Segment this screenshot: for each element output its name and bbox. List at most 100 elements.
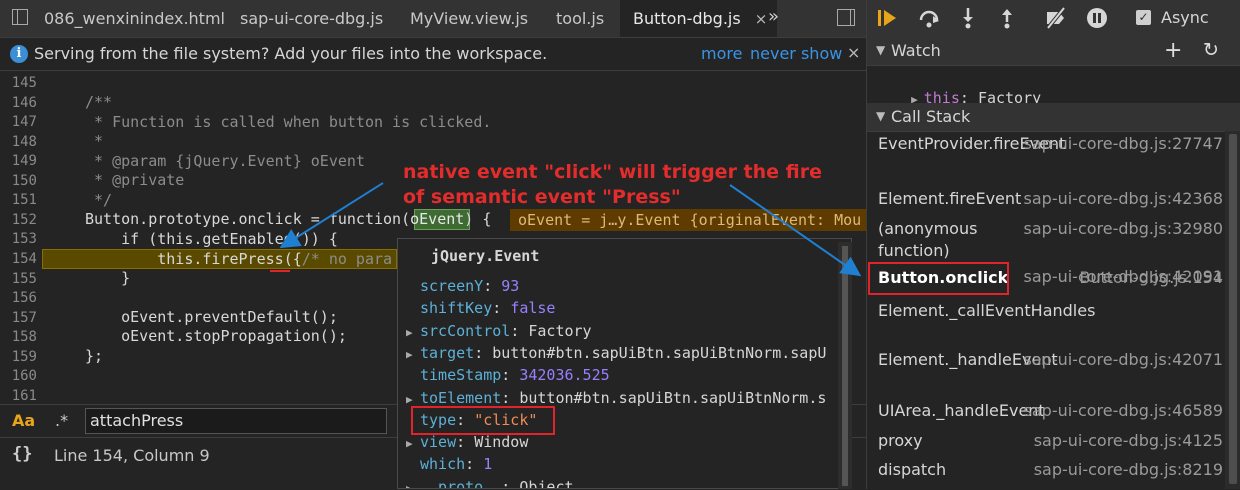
call-stack-title: Call Stack <box>891 107 971 126</box>
code-comment: /* no para <box>301 250 393 268</box>
line-number[interactable]: 156 <box>12 290 37 306</box>
collapse-triangle-icon: ▼ <box>876 109 886 123</box>
popover-property-row: which: 1 <box>406 455 492 473</box>
close-tab-icon[interactable]: × <box>755 10 768 28</box>
expand-triangle-icon[interactable]: ▶ <box>406 437 420 450</box>
call-stack-frame[interactable]: Element._callEventHandles sap-ui-core-dbg… <box>867 267 1240 342</box>
property-key: toElement <box>420 388 502 407</box>
property-key: screenY <box>420 277 484 295</box>
code-line-157: oEvent.preventDefault(); <box>85 308 338 326</box>
line-number[interactable]: 145 <box>12 75 37 91</box>
frame-location: sap-ui-core-dbg.js:46589 <box>1023 401 1223 420</box>
call-stack-frame[interactable]: Element.fireEvent sap-ui-core-dbg.js:4236… <box>867 186 1240 208</box>
expand-triangle-icon[interactable]: ▶ <box>406 482 420 488</box>
call-stack-scroll-thumb[interactable] <box>1229 134 1237 484</box>
call-stack-frame[interactable]: dispatch sap-ui-core-dbg.js:8219 <box>867 457 1240 479</box>
frame-function-name: (anonymous function) <box>878 219 978 260</box>
match-case-toggle[interactable]: Aa <box>12 411 35 430</box>
object-popover: jQuery.Event screenY: 93 shiftKey: false ▶… <box>397 238 852 489</box>
line-number[interactable]: 159 <box>12 349 37 365</box>
add-watch-icon[interactable]: + <box>1164 38 1182 63</box>
more-tabs-icon[interactable]: » <box>768 0 779 37</box>
property-key: target <box>420 343 475 362</box>
property-key: view <box>420 433 457 452</box>
regex-toggle[interactable]: .* <box>55 411 68 430</box>
popover-property-row[interactable]: ▶ view: Window <box>406 433 528 451</box>
call-stack-frame[interactable]: Element._handleEvent sap-ui-core-dbg.js:4… <box>867 347 1240 391</box>
property-key: shiftKey <box>420 299 493 318</box>
frame-location: sap-ui-core-dbg.js:42091 <box>1023 267 1223 286</box>
property-value: false <box>510 299 556 318</box>
property-value: Window <box>474 433 529 452</box>
popover-property-row[interactable]: ▶ __proto__: Object <box>406 477 574 489</box>
line-number[interactable]: 154 <box>12 251 37 267</box>
line-number[interactable]: 149 <box>12 153 37 169</box>
step-into-icon[interactable] <box>956 6 980 30</box>
property-key: which <box>420 455 466 474</box>
call-stack-section-header[interactable]: ▼ Call Stack <box>867 103 1240 132</box>
call-stack-frame[interactable]: UIArea._handleEvent sap-ui-core-dbg.js:46… <box>867 398 1240 420</box>
property-separator: : <box>465 455 484 474</box>
code-text: ) { <box>464 210 492 228</box>
expand-triangle-icon[interactable]: ▶ <box>406 393 420 406</box>
type-click-highlight-box <box>411 406 555 435</box>
tab-label: tool.js <box>556 9 605 28</box>
property-value: Object <box>519 477 574 489</box>
refresh-watch-icon[interactable]: ↻ <box>1203 39 1219 61</box>
call-stack-frame[interactable]: (anonymous function) sap-ui-core-dbg.js:3… <box>867 216 1240 260</box>
annotation-text: native event "click" will trigger the fi… <box>403 160 822 210</box>
step-over-icon[interactable] <box>917 6 941 30</box>
code-line-159: }; <box>85 347 104 365</box>
call-stack-frame[interactable]: proxy sap-ui-core-dbg.js:4125 <box>867 428 1240 450</box>
never-show-link[interactable]: never show <box>750 44 842 63</box>
line-number[interactable]: 157 <box>12 310 37 326</box>
tab-myview[interactable]: MyView.view.js <box>410 0 528 37</box>
line-number[interactable]: 146 <box>12 95 37 111</box>
deactivate-breakpoints-icon[interactable] <box>1044 6 1068 30</box>
line-number[interactable]: 152 <box>12 212 37 228</box>
code-text: ({ <box>283 250 302 268</box>
step-out-icon[interactable] <box>995 6 1019 30</box>
line-number[interactable]: 148 <box>12 134 37 150</box>
watch-section-header[interactable]: ▼ Watch + ↻ <box>867 37 1240 66</box>
line-number[interactable]: 150 <box>12 173 37 189</box>
collapse-triangle-icon: ▼ <box>876 43 886 57</box>
sidebar-toggle-icon[interactable] <box>837 9 855 26</box>
tab-086-wenxinindex[interactable]: 086_wenxinindex.html <box>44 0 225 37</box>
line-number[interactable]: 155 <box>12 271 37 287</box>
frame-function-name: EventProvider.fireEvent <box>878 134 1066 153</box>
expand-triangle-icon[interactable]: ▶ <box>406 326 420 339</box>
resume-icon[interactable] <box>875 6 899 30</box>
tab-button-dbg[interactable]: Button-dbg.js × <box>620 0 778 37</box>
more-link[interactable]: more <box>701 44 742 63</box>
tab-tool[interactable]: tool.js <box>556 0 604 37</box>
close-icon[interactable]: × <box>847 43 860 62</box>
line-number[interactable]: 151 <box>12 192 37 208</box>
pretty-print-icon[interactable]: {} <box>12 444 32 464</box>
expand-triangle-icon[interactable]: ▶ <box>406 348 420 361</box>
call-stack-frame[interactable]: EventProvider.fireEvent sap-ui-core-dbg.j… <box>867 131 1240 175</box>
frame-function-name: UIArea._handleEvent <box>878 401 1045 420</box>
popover-property-row[interactable]: ▶ target: button#btn.sapUiBtn.sapUiBtnNor… <box>406 344 826 362</box>
debugger-toolbar: ✓ Async <box>867 0 1240 38</box>
popover-property-row[interactable]: ▶ toElement: button#btn.sapUiBtn.sapUiBtn… <box>406 389 826 407</box>
button-onclick-highlight-box <box>868 262 1009 295</box>
line-number[interactable]: 147 <box>12 114 37 130</box>
frame-location: sap-ui-core-dbg.js:42368 <box>1023 189 1223 208</box>
param-oevent[interactable]: oEvent <box>410 210 464 228</box>
popover-property-row[interactable]: ▶ srcControl: Factory <box>406 322 592 340</box>
line-number[interactable]: 161 <box>12 388 37 404</box>
line-number[interactable]: 153 <box>12 231 37 247</box>
firepress-call[interactable]: firePress <box>202 250 283 268</box>
code-line-153: if (this.getEnabled()) { <box>85 230 338 248</box>
popover-scroll-thumb[interactable] <box>842 246 848 486</box>
property-value: 342036.525 <box>519 366 610 385</box>
async-checkbox[interactable]: ✓ <box>1136 10 1151 25</box>
search-input[interactable]: attachPress <box>85 408 387 434</box>
navigator-toggle-icon[interactable] <box>12 9 28 25</box>
line-number[interactable]: 158 <box>12 329 37 345</box>
code-line-152: Button.prototype.onclick = function(oEve… <box>85 210 491 228</box>
line-number[interactable]: 160 <box>12 368 37 384</box>
tab-sap-ui-core-dbg[interactable]: sap-ui-core-dbg.js <box>240 0 383 37</box>
pause-on-exceptions-icon[interactable] <box>1085 6 1109 30</box>
